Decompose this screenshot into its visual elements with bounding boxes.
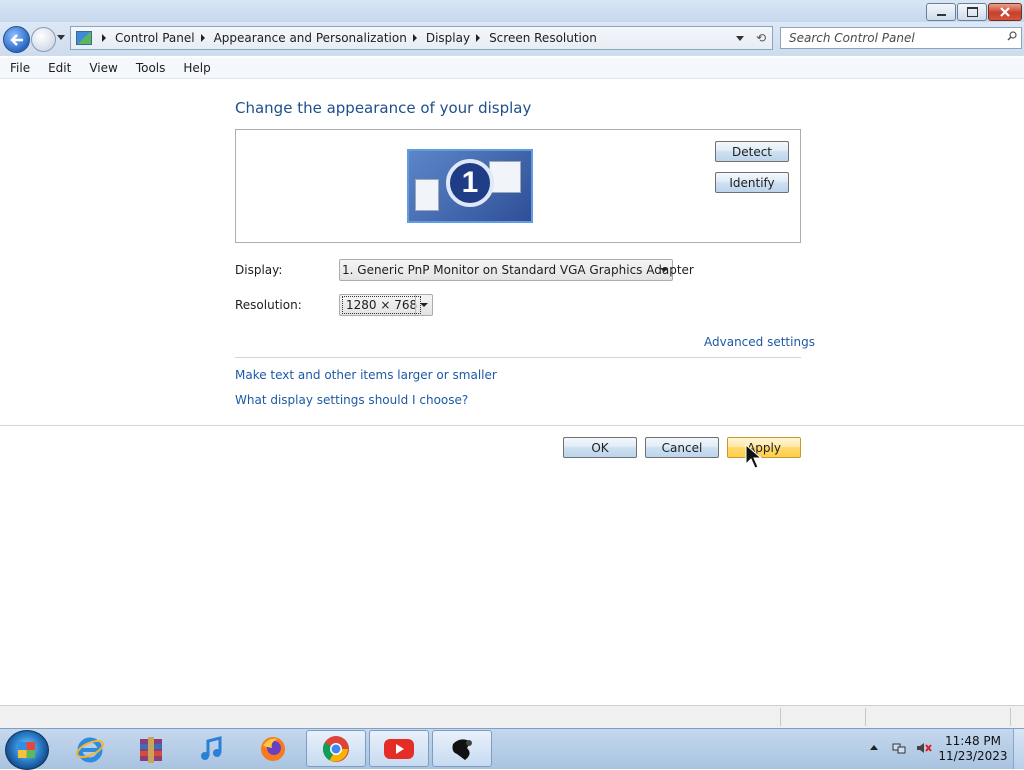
control-panel-icon: [76, 31, 92, 45]
text-size-link[interactable]: Make text and other items larger or smal…: [235, 368, 497, 382]
breadcrumb-appearance[interactable]: Appearance and Personalization: [214, 31, 407, 45]
display-label: Display:: [235, 263, 283, 277]
show-desktop-button[interactable]: [1013, 729, 1024, 769]
monitor-number-badge: 1: [446, 159, 494, 207]
divider: [235, 357, 801, 358]
screen-resolution-taskbar-icon[interactable]: [432, 730, 492, 767]
identify-button[interactable]: Identify: [715, 172, 789, 193]
maximize-button[interactable]: [957, 3, 987, 21]
start-button[interactable]: [5, 730, 49, 770]
display-select-value: 1. Generic PnP Monitor on Standard VGA G…: [342, 263, 694, 277]
minimize-button[interactable]: [926, 3, 956, 21]
monitor-preview-window: [489, 161, 521, 193]
back-button[interactable]: [3, 26, 30, 53]
chevron-down-icon[interactable]: [656, 260, 672, 280]
breadcrumb-separator-icon[interactable]: [200, 34, 205, 42]
detect-button[interactable]: Detect: [715, 141, 789, 162]
title-bar: [0, 0, 1024, 22]
resolution-select-value: 1280 × 768: [342, 296, 422, 314]
minimize-icon: [936, 14, 946, 16]
navigation-bar: Control Panel Appearance and Personaliza…: [0, 22, 1024, 56]
search-box[interactable]: Search Control Panel: [780, 27, 1022, 49]
monitor-arrangement-panel: 1 Detect Identify: [235, 129, 801, 243]
close-button[interactable]: [988, 3, 1022, 21]
status-bar: [0, 705, 1024, 728]
monitor-preview-window: [415, 179, 439, 211]
advanced-settings-link[interactable]: Advanced settings: [704, 335, 815, 349]
breadcrumb-separator-icon[interactable]: [476, 34, 481, 42]
monitor-1-icon[interactable]: 1: [407, 149, 533, 223]
back-arrow-icon: [9, 33, 23, 46]
menu-view[interactable]: View: [79, 61, 125, 75]
divider: [0, 425, 1024, 426]
menu-edit[interactable]: Edit: [38, 61, 79, 75]
status-divider: [780, 708, 781, 726]
search-icon[interactable]: [1007, 31, 1017, 41]
winrar-icon[interactable]: [121, 730, 181, 767]
restore-icon: [966, 7, 978, 17]
resolution-select[interactable]: 1280 × 768: [339, 294, 433, 316]
menu-file[interactable]: File: [0, 61, 38, 75]
address-dropdown-icon[interactable]: [736, 36, 744, 41]
clock-date: 11/23/2023: [938, 749, 1008, 763]
search-input[interactable]: Search Control Panel: [789, 31, 915, 45]
show-hidden-icons-icon[interactable]: [870, 745, 878, 750]
taskbar: 11:48 PM 11/23/2023: [0, 728, 1024, 770]
network-icon[interactable]: [892, 741, 906, 755]
mouse-cursor-icon: [745, 444, 763, 469]
address-bar[interactable]: Control Panel Appearance and Personaliza…: [70, 26, 773, 50]
volume-muted-icon[interactable]: [916, 741, 932, 755]
chevron-down-icon[interactable]: [415, 295, 432, 315]
page-title: Change the appearance of your display: [235, 99, 532, 117]
clock-time: 11:48 PM: [945, 734, 1001, 748]
recent-pages-dropdown[interactable]: [57, 35, 65, 40]
display-settings-help-link[interactable]: What display settings should I choose?: [235, 393, 468, 407]
youtube-icon[interactable]: [369, 730, 429, 767]
menu-tools[interactable]: Tools: [126, 61, 174, 75]
status-divider: [1010, 708, 1011, 726]
menu-help[interactable]: Help: [173, 61, 218, 75]
clock[interactable]: 11:48 PM 11/23/2023: [938, 734, 1008, 764]
cancel-button[interactable]: Cancel: [645, 437, 719, 458]
internet-explorer-icon[interactable]: [60, 730, 120, 767]
breadcrumb-screen-resolution[interactable]: Screen Resolution: [489, 31, 597, 45]
resolution-label: Resolution:: [235, 298, 302, 312]
breadcrumb-separator-icon[interactable]: [102, 34, 106, 42]
breadcrumb-display[interactable]: Display: [426, 31, 470, 45]
refresh-icon[interactable]: ⟲: [756, 31, 766, 45]
breadcrumb-separator-icon[interactable]: [412, 34, 417, 42]
display-select[interactable]: 1. Generic PnP Monitor on Standard VGA G…: [339, 259, 694, 281]
firefox-icon[interactable]: [243, 730, 303, 767]
breadcrumb-control-panel[interactable]: Control Panel: [115, 31, 195, 45]
itunes-icon[interactable]: [182, 730, 242, 767]
forward-button[interactable]: [31, 27, 56, 52]
menu-bar: File Edit View Tools Help: [0, 58, 1024, 79]
system-tray: 11:48 PM 11/23/2023: [866, 729, 1024, 769]
ok-button[interactable]: OK: [563, 437, 637, 458]
status-divider: [865, 708, 866, 726]
chrome-icon[interactable]: [306, 730, 366, 767]
close-icon: [1000, 7, 1010, 17]
